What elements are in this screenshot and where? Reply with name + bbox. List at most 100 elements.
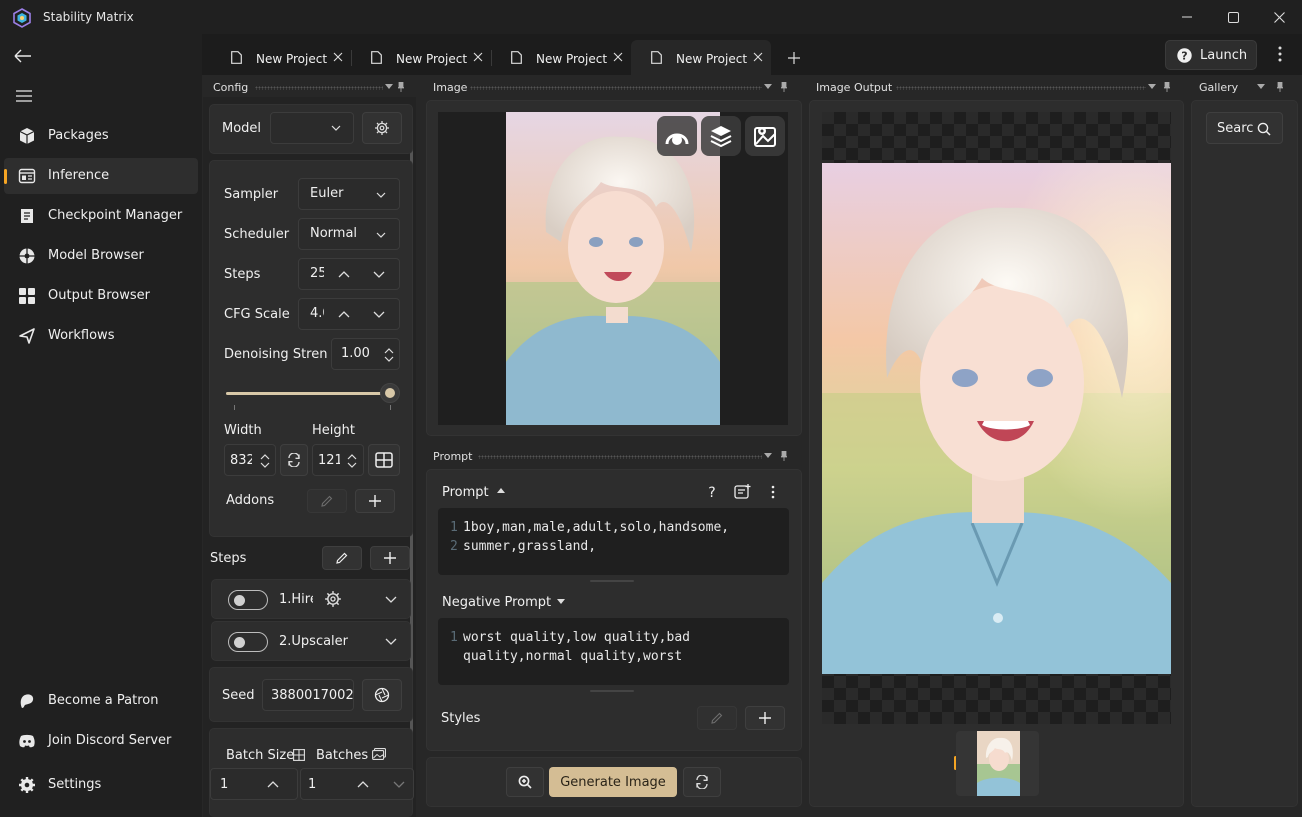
tab-project-2[interactable]: New Project: [351, 40, 491, 75]
edit-addons-button[interactable]: [307, 489, 347, 513]
sidebar-item-patron[interactable]: Become a Patron: [4, 683, 198, 719]
spinner-arrows-icon[interactable]: [347, 453, 357, 469]
add-tab-button[interactable]: [787, 51, 801, 65]
prompt-editor[interactable]: 1 1boy,man,male,adult,solo,handsome, 2 s…: [438, 508, 789, 575]
gallery-search-button[interactable]: Search: [1206, 112, 1283, 144]
pin-icon[interactable]: [1277, 82, 1283, 92]
add-addon-button[interactable]: [355, 489, 395, 513]
drag-handle[interactable]: [470, 86, 762, 90]
hires-fix-toggle[interactable]: [228, 590, 268, 610]
caret-down-icon[interactable]: [1148, 84, 1156, 90]
pin-icon[interactable]: [781, 451, 787, 461]
sidebar-item-settings[interactable]: Settings: [4, 767, 198, 803]
sidebar-item-inference[interactable]: Inference: [4, 158, 198, 194]
image-source-button[interactable]: [745, 116, 785, 156]
chevron-up-icon[interactable]: [357, 780, 369, 788]
width-input[interactable]: 832: [224, 444, 276, 476]
close-tab-icon[interactable]: [751, 50, 765, 64]
sidebar-item-packages[interactable]: Packages: [4, 118, 198, 154]
generate-image-button[interactable]: Generate Image: [549, 767, 677, 797]
edit-styles-button[interactable]: [697, 706, 737, 730]
sidebar-item-output-browser[interactable]: Output Browser: [4, 278, 198, 314]
caret-down-icon[interactable]: [557, 599, 565, 605]
input-image-area[interactable]: [438, 112, 788, 425]
negative-prompt-editor[interactable]: 1 worst quality,low quality,bad quality,…: [438, 618, 789, 685]
model-select[interactable]: [270, 112, 354, 144]
pin-icon[interactable]: [398, 82, 404, 92]
chevron-down-icon[interactable]: [385, 638, 397, 646]
randomize-seed-button[interactable]: [362, 679, 402, 711]
sidebar-item-checkpoint-manager[interactable]: Checkpoint Manager: [4, 198, 198, 234]
back-button[interactable]: [14, 48, 32, 64]
close-tab-icon[interactable]: [611, 50, 625, 64]
denoising-slider-track[interactable]: [226, 392, 390, 395]
drag-handle[interactable]: [478, 455, 762, 459]
spinner-arrows-icon[interactable]: [384, 347, 394, 363]
output-image: [822, 163, 1171, 674]
sidebar-item-workflows[interactable]: Workflows: [4, 318, 198, 354]
cfg-scale-input[interactable]: 4.0: [298, 298, 400, 330]
maximize-button[interactable]: [1210, 0, 1256, 34]
batch-size-input[interactable]: 1: [210, 768, 298, 800]
chevron-down-icon[interactable]: [385, 596, 397, 604]
pin-icon[interactable]: [781, 82, 787, 92]
chevron-down-icon[interactable]: [373, 271, 385, 279]
pencil-icon: [321, 495, 333, 507]
output-thumbnail[interactable]: [956, 731, 1039, 796]
steps-input[interactable]: 25: [298, 258, 400, 290]
scheduler-select[interactable]: Normal: [298, 218, 400, 250]
mask-editor-button[interactable]: [657, 116, 697, 156]
caret-up-icon[interactable]: [497, 488, 505, 494]
chevron-up-icon[interactable]: [338, 270, 350, 278]
vertical-dots-icon[interactable]: [770, 484, 776, 500]
launch-button[interactable]: ? Launch: [1165, 40, 1257, 70]
chevron-down-icon[interactable]: [393, 781, 405, 789]
add-style-button[interactable]: [745, 706, 785, 730]
plus-icon: [369, 495, 381, 507]
denoising-strength-input[interactable]: 1.00: [331, 338, 400, 370]
gear-icon[interactable]: [324, 590, 342, 608]
batches-input[interactable]: 1: [300, 768, 414, 800]
tab-project-1[interactable]: New Project: [211, 40, 351, 75]
caret-down-icon[interactable]: [1257, 84, 1265, 90]
help-icon[interactable]: ?: [706, 484, 718, 500]
close-window-button[interactable]: [1256, 0, 1302, 34]
resize-handle[interactable]: [590, 580, 634, 582]
chevron-up-icon[interactable]: [338, 310, 350, 318]
hamburger-menu-button[interactable]: [16, 90, 32, 102]
zoom-button[interactable]: [506, 767, 544, 797]
upscaler-toggle[interactable]: [228, 632, 268, 652]
seed-input[interactable]: 3880017002: [262, 679, 354, 711]
generate-bar: Generate Image: [426, 757, 802, 807]
regenerate-button[interactable]: [683, 767, 721, 797]
resize-handle[interactable]: [590, 690, 634, 692]
layers-button[interactable]: [701, 116, 741, 156]
close-tab-icon[interactable]: [331, 50, 345, 64]
close-tab-icon[interactable]: [471, 50, 485, 64]
extra-networks-icon[interactable]: [734, 483, 752, 499]
caret-down-icon[interactable]: [764, 84, 772, 90]
pin-icon[interactable]: [1164, 82, 1170, 92]
drag-handle[interactable]: [255, 86, 383, 90]
model-settings-button[interactable]: [362, 112, 402, 144]
edit-steps-button[interactable]: [322, 546, 362, 570]
add-step-button[interactable]: [370, 546, 410, 570]
tab-project-4[interactable]: New Project: [631, 40, 771, 75]
sampler-select[interactable]: Euler: [298, 178, 400, 210]
more-options-button[interactable]: [1272, 45, 1288, 63]
spinner-arrows-icon[interactable]: [260, 453, 270, 469]
aspect-ratio-button[interactable]: [368, 444, 400, 476]
tab-project-3[interactable]: New Project: [491, 40, 631, 75]
denoising-slider-thumb[interactable]: [380, 383, 400, 403]
minimize-button[interactable]: [1164, 0, 1210, 34]
chevron-up-icon[interactable]: [267, 780, 279, 788]
height-input[interactable]: 1216: [312, 444, 364, 476]
sidebar-item-model-browser[interactable]: Model Browser: [4, 238, 198, 274]
sidebar-item-discord[interactable]: Join Discord Server: [4, 723, 198, 759]
swap-dimensions-button[interactable]: [280, 444, 308, 476]
output-image-canvas[interactable]: [822, 112, 1171, 724]
drag-handle[interactable]: [896, 86, 1146, 90]
caret-down-icon[interactable]: [764, 453, 772, 459]
caret-down-icon[interactable]: [385, 84, 393, 90]
chevron-down-icon[interactable]: [373, 311, 385, 319]
